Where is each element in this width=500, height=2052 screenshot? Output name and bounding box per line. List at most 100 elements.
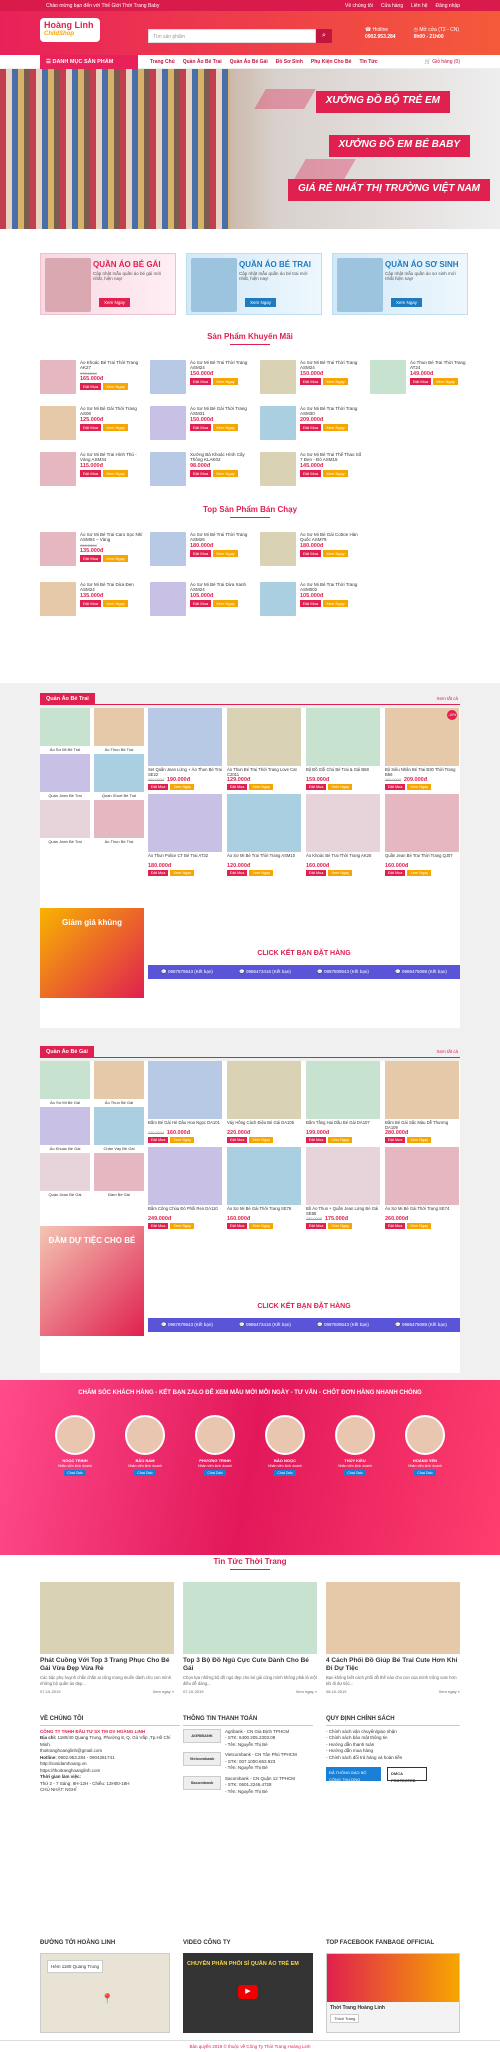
nav-item-home[interactable]: Trang Chủ [150,59,175,65]
buy-button[interactable]: Đặt Mua [80,424,102,431]
news-read-more[interactable]: Xem ngay » [153,1689,174,1694]
nav-item-accessories[interactable]: Phụ Kiện Cho Bé [311,59,352,65]
buy-button[interactable]: Đặt Mua [80,600,102,607]
zalo-chat-button[interactable]: Chat Zalo [64,1470,86,1476]
category-box-girls[interactable]: QUẦN ÁO BÉ GÁI Cập nhật mẫu quần áo bé g… [40,253,176,315]
product-item[interactable]: Áo Sơ Mi Bé Trai Thể Thao Số 7 Đen - Đỏ … [260,452,364,490]
subcategory-item[interactable]: Áo Khoác Bé Gái [40,1107,90,1151]
boys-promo-ad[interactable]: Giảm giá khủng [40,908,144,998]
product-image[interactable] [148,708,222,766]
nav-item-newborn[interactable]: Đồ Sơ Sinh [276,59,303,65]
buy-button[interactable]: Đặt Mua [227,784,248,790]
news-card[interactable]: Top 3 Bộ Đồ Ngủ Cực Cute Dành Cho Bé Gái… [183,1582,317,1694]
product-image[interactable] [260,406,296,440]
product-image[interactable] [370,360,406,394]
product-card[interactable]: Váy Hồng Cách Điệu Bé Gái DA105 220.000đ Đ… [227,1061,301,1143]
buy-button[interactable]: Đặt Mua [148,1137,169,1143]
product-name[interactable]: Áo Sơ Mi Bé Trai Caro Sọc Nhí ASM04 – Và… [80,532,144,543]
product-image[interactable]: -10% [385,708,459,766]
view-button[interactable]: Xem Ngay [213,378,238,385]
product-name[interactable]: Áo Sơ Mi Bé Trai Thể Thao Số 7 Đen - Đỏ … [300,452,364,463]
product-name[interactable]: Áo Sơ Mi Bé Trai Dừa Xanh ASM24 [190,582,254,593]
buy-button[interactable]: Đặt Mua [410,378,432,385]
view-button[interactable]: Xem Ngay [170,784,195,790]
news-card[interactable]: Phát Cuồng Với Top 3 Trang Phục Cho Bé G… [40,1582,174,1694]
news-read-more[interactable]: Xem ngay » [296,1689,317,1694]
zalo-phone-link[interactable]: 💬 0987509543 (Kết bạn) [317,1322,369,1328]
product-name[interactable]: Áo Sơ Mi Bé Gái Thời Trang SE74 [385,1206,459,1216]
view-button[interactable]: Xem Ngay [213,550,238,557]
product-name[interactable]: Đầm Tầng Hai Dầu Bé Gái DA107 [306,1120,380,1130]
product-card[interactable]: Áo Sơ Mi Bé Trai Thời Trang ASM10 120.000… [227,794,301,876]
product-image[interactable] [148,1061,222,1119]
facebook-fanpage[interactable]: Thời Trang Hoàng Linh Thích Trang [326,1953,460,2033]
product-item[interactable]: Áo Sơ Mi Bé Trai Thời Trang ASM24 150.000… [260,360,364,398]
product-name[interactable]: Áo Sơ Mi Bé Trai Thời Trang ASM26 [190,532,254,543]
zalo-phone-link[interactable]: 💬 0986473416 (Kết bạn) [239,1322,291,1328]
news-image[interactable] [183,1582,317,1654]
product-name[interactable]: Quần Jean Bé Trai Thời Trang QJ07 [385,853,459,863]
product-item[interactable]: Áo Sơ Mi Bé Trai Dừa Xanh ASM24 105.000đ Đ… [150,582,254,620]
product-image[interactable] [227,708,301,766]
product-name[interactable]: Set Quần Jean Lửng + Áo Thun Bé Trai SE2… [148,767,222,777]
girls-section-title[interactable]: Quần Áo Bé Gái [40,1046,94,1058]
buy-button[interactable]: Đặt Mua [80,555,102,562]
category-view-button[interactable]: Xem Ngay [391,298,423,307]
buy-button[interactable]: Đặt Mua [227,870,248,876]
news-image[interactable] [40,1582,174,1654]
product-image[interactable] [385,794,459,852]
product-card[interactable]: Đầm Công Chúa Đỏ Phối Ren DA110 249.000đ Đ… [148,1147,222,1229]
buy-button[interactable]: Đặt Mua [148,784,169,790]
product-name[interactable]: Áo Sơ Mi Bé Gái Thời Trang ASM31 [190,406,254,417]
buy-button[interactable]: Đặt Mua [306,870,327,876]
boys-view-all-link[interactable]: Xem tất cả [436,696,458,701]
nav-item-girls[interactable]: Quần Áo Bé Gái [230,59,268,65]
logo[interactable]: Hoàng Linh ChildShop [40,18,100,42]
product-image[interactable] [260,582,296,616]
product-image[interactable] [40,360,76,394]
product-item[interactable]: Áo Sơ Mi Bé Trai Dừa Đen ASM24 135.000đ Đặ… [40,582,144,620]
subcategory-item[interactable]: Quần Jean Bé Trai [40,800,90,844]
subcategory-item[interactable]: Quần Short Bé Trai [94,754,144,798]
view-button[interactable]: Xem Ngay [328,870,353,876]
news-title[interactable]: Phát Cuồng Với Top 3 Trang Phục Cho Bé G… [40,1657,174,1673]
subcategory-item[interactable]: Chân Váy Bé Gái [94,1107,144,1151]
view-button[interactable]: Xem Ngay [213,470,238,477]
buy-button[interactable]: Đặt Mua [190,600,212,607]
view-button[interactable]: Xem Ngay [328,1137,353,1143]
view-button[interactable]: Xem Ngay [323,378,348,385]
zalo-chat-button[interactable]: Chat Zalo [414,1470,436,1476]
subcategory-item[interactable]: Áo Thun Bé Trai [94,708,144,752]
zalo-chat-button[interactable]: Chat Zalo [344,1470,366,1476]
product-name[interactable]: Đầm Bé Gái Hè Dâu Hoa Ngọc DA101 [148,1120,222,1130]
top-link-login[interactable]: Đăng nhập [436,3,460,9]
product-card[interactable]: Đầm Tầng Hai Dầu Bé Gái DA107 199.000đ Đặt… [306,1061,380,1143]
product-name[interactable]: Áo Sơ Mi Bé Trai Thời Trang ASM24 [190,360,254,371]
buy-button[interactable]: Đặt Mua [385,870,406,876]
view-button[interactable]: Xem Ngay [249,1223,274,1229]
buy-button[interactable]: Đặt Mua [385,784,406,790]
product-card[interactable]: Áo Thun Bé Trai Thời Trang Love Cat C201… [227,708,301,790]
product-item[interactable]: Áo Sơ Mi Bé Gái Thời Trang AS06 125.000đ Đ… [40,406,144,444]
buy-button[interactable]: Đặt Mua [227,1137,248,1143]
product-name[interactable]: Áo Sơ Mi Bé Trai Thời Trang ASM30 [300,406,364,417]
view-button[interactable]: Xem Ngay [170,870,195,876]
view-button[interactable]: Xem Ngay [328,784,353,790]
buy-button[interactable]: Đặt Mua [300,424,322,431]
product-item[interactable]: Áo Sơ Mi Bé Trai Thời Trang ASM30 209.000… [260,406,364,444]
buy-button[interactable]: Đặt Mua [300,550,322,557]
buy-button[interactable]: Đặt Mua [306,1137,327,1143]
product-name[interactable]: Áo Sơ Mi Bé Trai Hình Thú - Vàng ASM34 [80,452,144,463]
view-button[interactable]: Xem Ngay [249,784,274,790]
category-view-button[interactable]: Xem Ngay [99,298,131,307]
product-card[interactable]: Áo Sơ Mi Bé Gái Thời Trang SE74 260.000đ Đ… [385,1147,459,1229]
girls-view-all-link[interactable]: Xem tất cả [436,1049,458,1054]
product-item[interactable]: Áo Sơ Mi Bé Trai Thời Trang ASM002 105.00… [260,582,364,620]
nav-item-boys[interactable]: Quần Áo Bé Trai [183,59,222,65]
buy-button[interactable]: Đặt Mua [148,870,169,876]
product-image[interactable] [260,452,296,486]
product-card[interactable]: Quần Jean Bé Trai Thời Trang QJ07 160.000… [385,794,459,876]
subcategory-item[interactable]: Quần Jean Bé Gái [40,1153,90,1197]
dmca-badge[interactable]: DMCA PROTECTED [387,1767,427,1783]
buy-button[interactable]: Đặt Mua [190,550,212,557]
